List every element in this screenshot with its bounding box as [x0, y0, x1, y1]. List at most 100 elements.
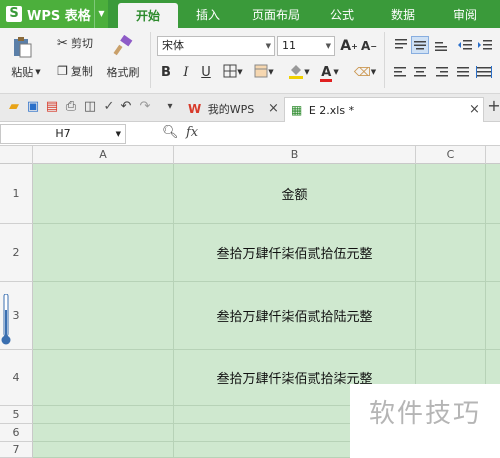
print-icon[interactable]: ⎙ — [63, 99, 79, 115]
redo-icon[interactable]: ↷ — [137, 99, 153, 115]
cell-c1[interactable] — [416, 164, 486, 224]
tab-page-layout[interactable]: 页面布局 — [240, 0, 312, 28]
column-header-c[interactable]: C — [416, 146, 486, 164]
paste-button[interactable]: 粘贴 ▼ — [6, 64, 46, 80]
align-left-icon[interactable] — [392, 63, 410, 81]
grow-font-icon: A — [340, 38, 352, 54]
cell-a5[interactable] — [33, 406, 174, 424]
cell-a2[interactable] — [33, 224, 174, 282]
cell-a1[interactable] — [33, 164, 174, 224]
function-button[interactable]: fx — [186, 125, 198, 140]
font-name-select[interactable]: 宋体 ▼ — [157, 36, 275, 56]
ribbon-toolbar: 粘贴 ▼ ✂ 剪切 ❐ 复制 格式刷 宋体 ▼ 11 ▼ A + A − B I U ▼ ▼ … — [0, 28, 500, 94]
font-size-value: 11 — [282, 39, 296, 52]
print-preview-icon[interactable]: ◫ — [82, 99, 98, 115]
divider — [150, 32, 151, 88]
row-header[interactable]: 7 — [0, 442, 33, 458]
cut-label: 剪切 — [70, 37, 93, 50]
column-header-b[interactable]: B — [174, 146, 416, 164]
indent-increase-icon[interactable] — [476, 36, 494, 54]
fill-color-button[interactable]: ▼ — [285, 62, 313, 82]
row-header[interactable]: 6 — [0, 424, 33, 442]
underline-button[interactable]: U — [197, 62, 215, 82]
font-size-select[interactable]: 11 ▼ — [277, 36, 335, 56]
align-center-icon[interactable] — [411, 63, 429, 81]
cell-b1[interactable]: 金额 — [174, 164, 416, 224]
chevron-down-icon: ▼ — [115, 130, 121, 138]
tab-home[interactable]: 开始 — [118, 3, 178, 28]
chevron-down-icon: ▼ — [265, 42, 271, 50]
scissors-icon: ✂ — [57, 35, 68, 51]
brush-icon[interactable] — [108, 32, 138, 60]
font-color-button[interactable]: A ▼ — [316, 62, 344, 82]
copy-icon: ❐ — [57, 64, 68, 78]
paint-bucket-icon — [288, 63, 304, 82]
shrink-font-icon: A — [361, 39, 371, 53]
column-header-row: A B C — [0, 146, 500, 164]
paste-label: 粘贴 — [11, 66, 34, 79]
decrease-font-button[interactable]: A − — [360, 36, 378, 56]
tab-formulas[interactable]: 公式 — [318, 0, 366, 28]
spell-check-icon[interactable]: ✓ — [101, 99, 117, 115]
cell-b3[interactable]: 叁拾万肆仟柒佰贰拾陆元整 — [174, 282, 416, 350]
cell-c2[interactable] — [416, 224, 486, 282]
tab-insert[interactable]: 插入 — [183, 0, 233, 28]
justify-icon[interactable] — [454, 63, 472, 81]
paste-icon[interactable] — [8, 34, 36, 60]
row-header[interactable]: 1 — [0, 164, 33, 224]
export-pdf-icon[interactable]: ▤ — [44, 99, 60, 115]
chevron-down-icon[interactable]: ▼ — [94, 0, 108, 28]
name-box[interactable]: H7 ▼ — [0, 124, 126, 144]
cell-b2[interactable]: 叁拾万肆仟柒佰贰拾伍元整 — [174, 224, 416, 282]
cell-a6[interactable] — [33, 424, 174, 442]
italic-button[interactable]: I — [177, 62, 195, 82]
save-icon[interactable]: ▣ — [25, 99, 41, 115]
tab-review[interactable]: 审阅 — [440, 0, 490, 28]
column-header-a[interactable]: A — [33, 146, 174, 164]
clear-format-button[interactable]: ⌫ ▼ — [352, 62, 378, 82]
bold-button[interactable]: B — [157, 62, 175, 82]
align-right-icon[interactable] — [432, 63, 450, 81]
cut-button[interactable]: ✂ 剪切 — [52, 34, 98, 52]
cell-style-button[interactable]: ▼ — [250, 62, 278, 82]
align-middle-icon[interactable] — [411, 36, 429, 54]
formula-input[interactable] — [212, 124, 500, 144]
cell-d1[interactable] — [486, 164, 500, 224]
format-painter-button[interactable]: 格式刷 — [100, 64, 146, 80]
row-header[interactable]: 5 — [0, 406, 33, 424]
doc-tab-my-wps[interactable]: W 我的WPS × — [182, 97, 282, 122]
doc-tab-e2[interactable]: ▦ E 2.xls * × — [284, 97, 484, 122]
copy-label: 复制 — [70, 65, 93, 78]
wps-logo-icon: S — [6, 6, 22, 22]
row-header[interactable]: 4 — [0, 350, 33, 406]
row-header[interactable]: 2 — [0, 224, 33, 282]
customize-toolbar-icon[interactable]: ▾ — [162, 99, 178, 115]
cell-a3[interactable] — [33, 282, 174, 350]
cell-a4[interactable] — [33, 350, 174, 406]
cell-d2[interactable] — [486, 224, 500, 282]
align-bottom-icon[interactable] — [432, 36, 450, 54]
new-tab-button[interactable]: + — [486, 98, 500, 114]
spreadsheet-file-icon: ▦ — [291, 103, 303, 117]
column-header-d[interactable] — [486, 146, 500, 164]
cell-c3[interactable] — [416, 282, 486, 350]
cell-a7[interactable] — [33, 442, 174, 458]
borders-button[interactable]: ▼ — [220, 62, 246, 82]
undo-icon[interactable]: ↶ — [118, 99, 134, 115]
distributed-align-icon[interactable] — [474, 63, 494, 81]
app-menu-button[interactable]: S WPS 表格 ▼ — [0, 0, 108, 28]
close-icon[interactable]: × — [268, 97, 279, 121]
doc-tab-label: E 2.xls * — [308, 104, 355, 117]
font-name-value: 宋体 — [162, 39, 184, 52]
copy-button[interactable]: ❐ 复制 — [52, 62, 98, 80]
select-all-corner[interactable] — [0, 146, 33, 164]
cell-d3[interactable] — [486, 282, 500, 350]
tab-data[interactable]: 数据 — [378, 0, 428, 28]
align-top-icon[interactable] — [392, 36, 410, 54]
watermark: 软件技巧 — [350, 384, 500, 458]
close-icon[interactable]: × — [469, 98, 480, 122]
increase-font-button[interactable]: A + — [340, 36, 358, 56]
open-folder-icon[interactable]: ▰ — [6, 99, 22, 115]
indent-decrease-icon[interactable] — [456, 36, 474, 54]
zoom-search-icon[interactable]: 🔍︎ — [162, 125, 179, 140]
